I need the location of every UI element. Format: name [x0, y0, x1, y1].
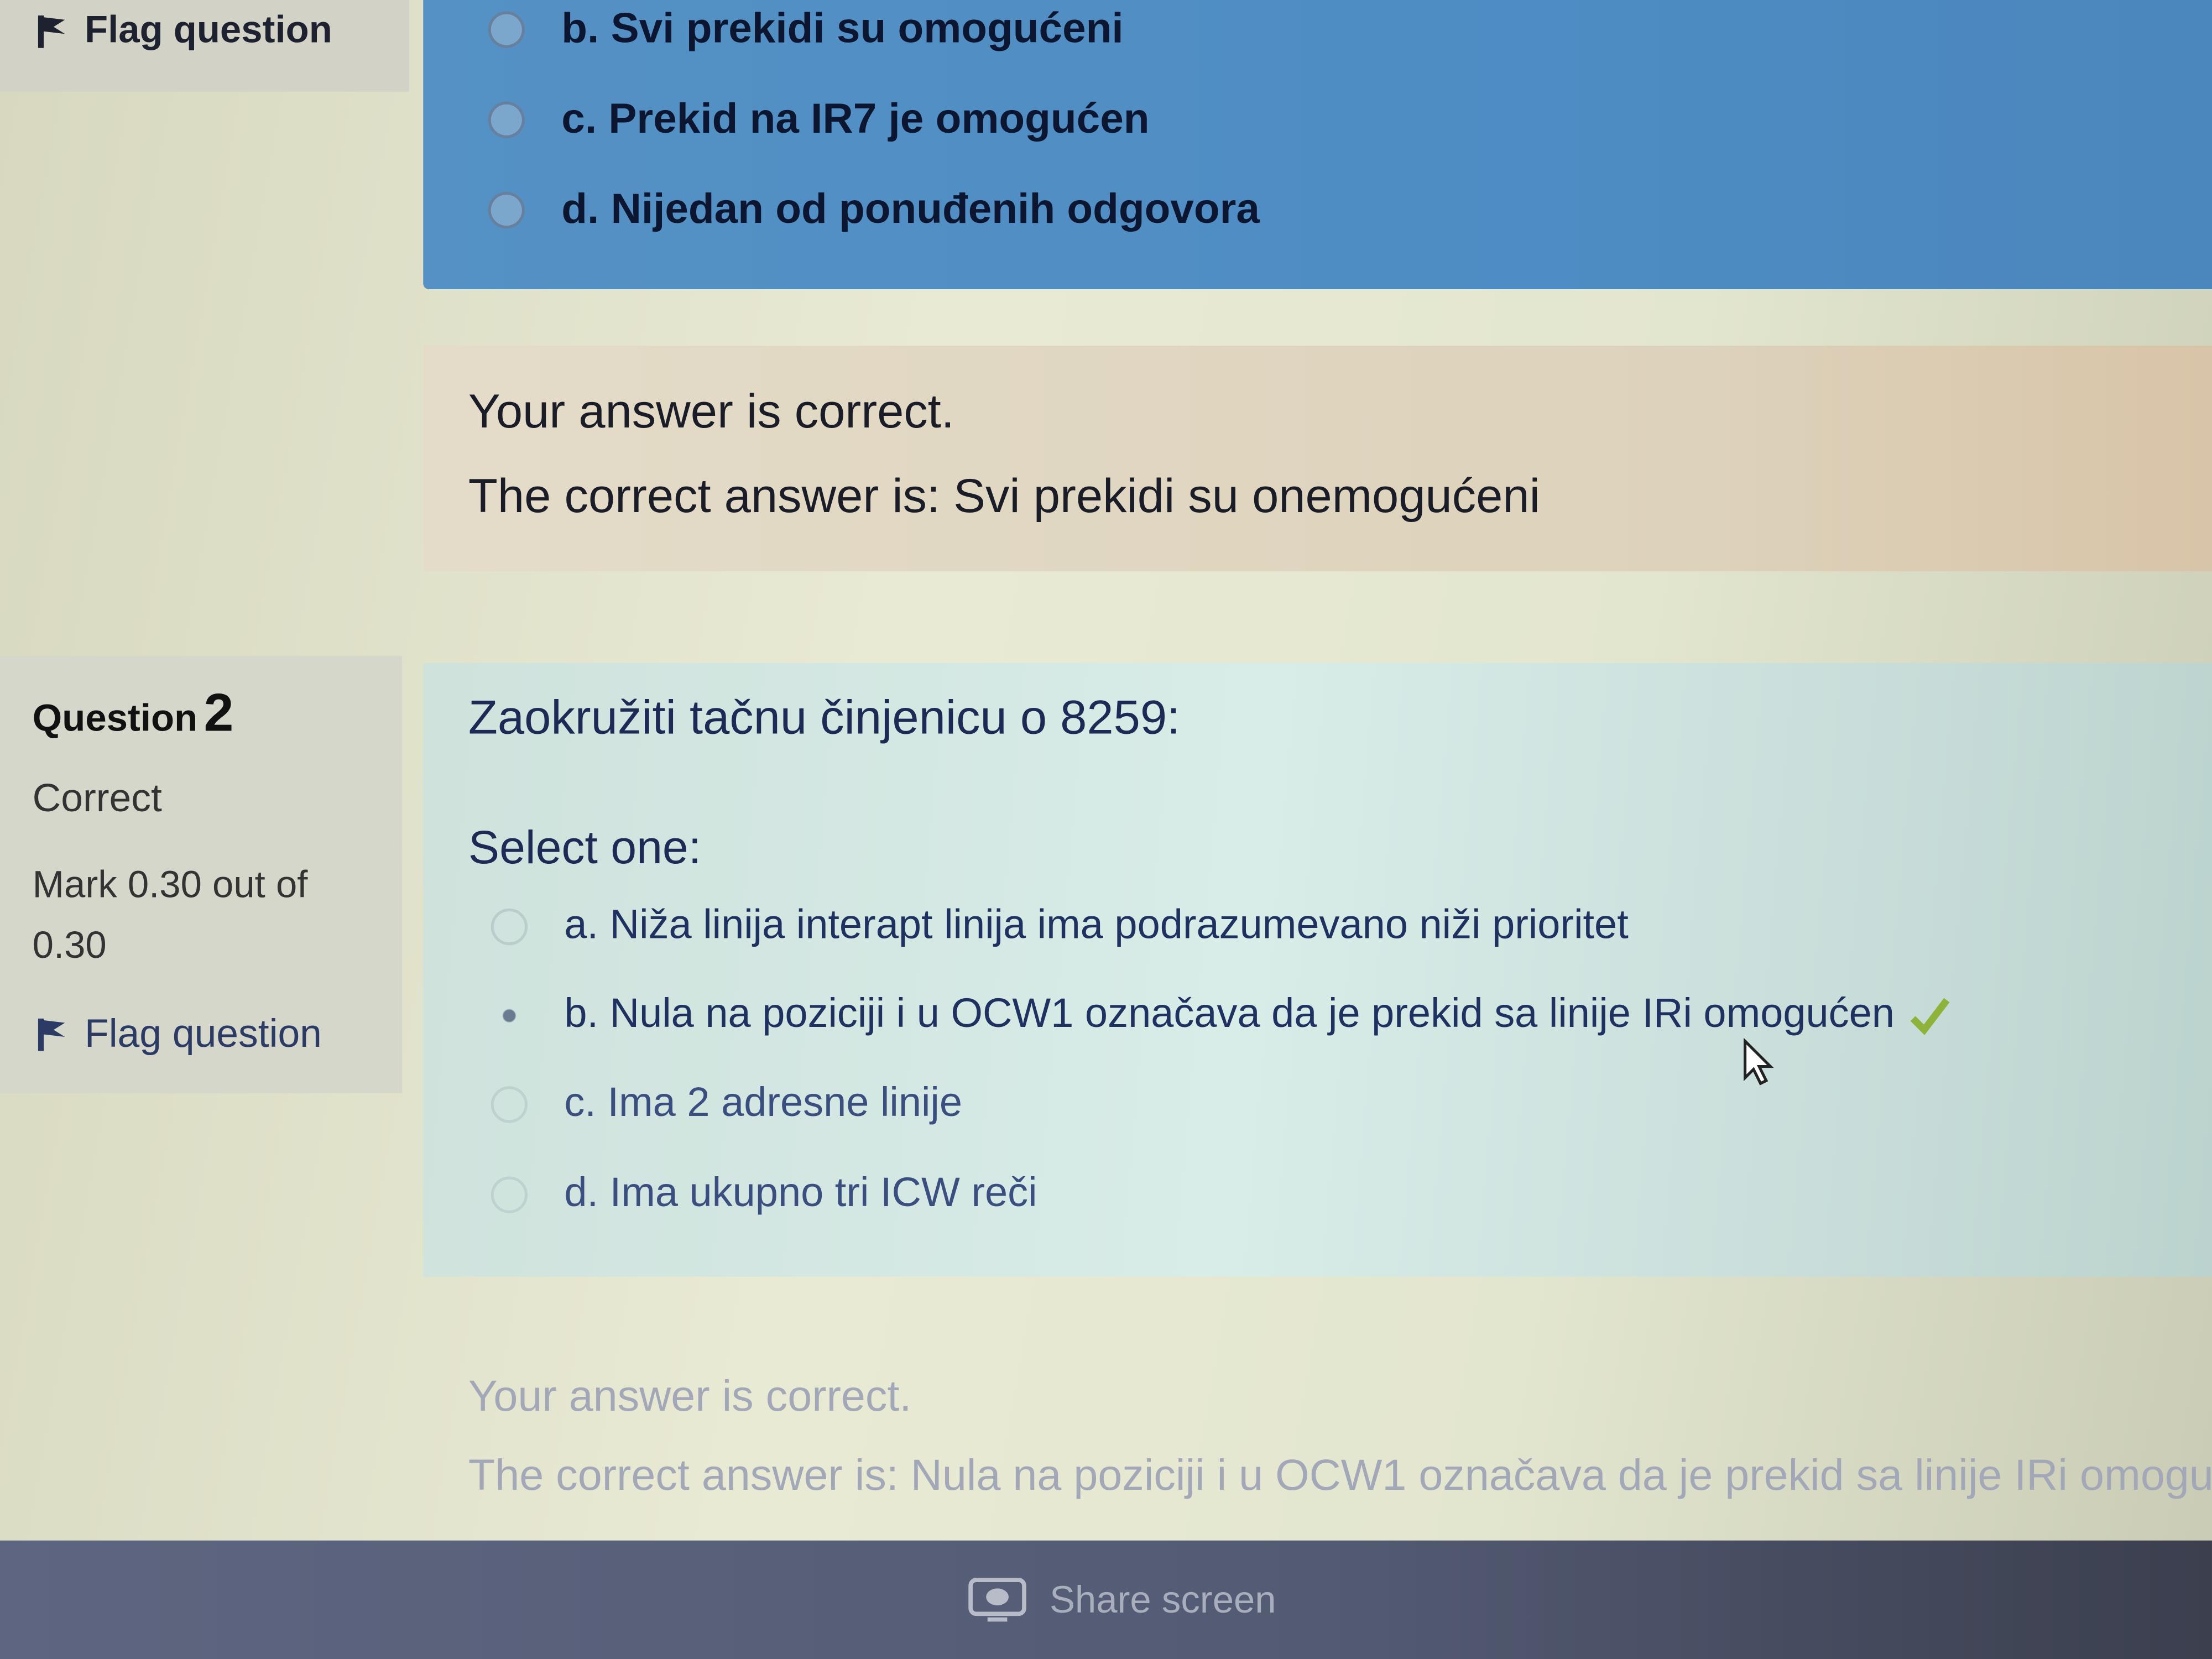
flag-icon: [38, 1018, 65, 1051]
flag-question-label: Flag question: [85, 1011, 322, 1056]
question2-option-a[interactable]: a. Niža linija interapt linija ima podra…: [491, 903, 1629, 950]
share-screen-icon: [968, 1578, 1026, 1622]
option-label: b. Svi prekidi su omogućeni: [561, 6, 1124, 53]
quiz-review-page: Flag question b. Svi prekidi su omogućen…: [0, 0, 2212, 1659]
radio-button[interactable]: [488, 191, 525, 229]
question1-info-panel: Flag question: [0, 0, 409, 92]
question2-info-panel: Question 2 Correct Mark 0.30 out of 0.30…: [0, 656, 403, 1094]
radio-button[interactable]: [491, 1176, 528, 1213]
question1-answer-block: b. Svi prekidi su omogućeni c. Prekid na…: [423, 0, 2212, 289]
question2-option-c[interactable]: c. Ima 2 adresne linije: [491, 1081, 962, 1127]
question-mark: Mark 0.30 out of: [32, 863, 308, 906]
option-label: c. Ima 2 adresne linije: [564, 1081, 963, 1126]
radio-button[interactable]: [491, 1085, 528, 1123]
select-one-prompt: Select one:: [468, 821, 702, 874]
option-label: c. Prekid na IR7 je omogućen: [561, 96, 1150, 143]
question1-feedback: Your answer is correct. The correct answ…: [423, 345, 2212, 572]
question-number-value: 2: [204, 684, 234, 744]
radio-button[interactable]: [488, 101, 525, 138]
question1-option-c[interactable]: c. Prekid na IR7 je omogućen: [488, 96, 1150, 144]
flag-question-label: Flag question: [85, 8, 332, 51]
share-screen-label: Share screen: [1049, 1578, 1276, 1620]
feedback-status: Your answer is correct.: [468, 385, 954, 439]
question2-flag-button[interactable]: Flag question: [36, 1011, 322, 1057]
question2-feedback: Your answer is correct. The correct answ…: [468, 1371, 2212, 1501]
question-label: Question: [32, 697, 198, 739]
bottom-share-bar: Share screen: [0, 1540, 2212, 1659]
feedback-correct-answer: The correct answer is: Nula na poziciji …: [468, 1450, 2212, 1500]
radio-button[interactable]: [491, 907, 528, 945]
option-label: a. Niža linija interapt linija ima podra…: [564, 902, 1629, 948]
option-label: b. Nula na poziciji i u OCW1 označava da…: [564, 992, 1895, 1037]
question1-flag-button[interactable]: Flag question: [36, 8, 332, 52]
feedback-correct-answer: The correct answer is: Svi prekidi su on…: [468, 469, 1540, 524]
option-label: d. Ima ukupno tri ICW reči: [564, 1171, 1037, 1216]
flag-icon: [38, 14, 65, 48]
question1-option-d[interactable]: d. Nijedan od ponuđenih odgovora: [488, 186, 1260, 234]
question-state: Correct: [32, 776, 162, 820]
share-screen-button[interactable]: Share screen: [968, 1577, 1276, 1623]
correct-check-icon: [1910, 997, 1950, 1035]
radio-button[interactable]: [488, 11, 525, 48]
question2-option-d[interactable]: d. Ima ukupno tri ICW reči: [491, 1171, 1037, 1217]
question2-content: Zaokružiti tačnu činjenicu o 8259: Selec…: [423, 662, 2212, 1277]
question2-option-b[interactable]: b. Nula na poziciji i u OCW1 označava da…: [491, 992, 1951, 1038]
question-mark-max: 0.30: [32, 924, 107, 967]
question-text: Zaokružiti tačnu činjenicu o 8259:: [468, 691, 1181, 745]
question-number: Question 2: [33, 684, 234, 745]
question1-option-b[interactable]: b. Svi prekidi su omogućeni: [488, 6, 1124, 54]
radio-button-selected[interactable]: [491, 997, 528, 1034]
option-label: d. Nijedan od ponuđenih odgovora: [561, 186, 1260, 233]
feedback-status: Your answer is correct.: [468, 1371, 912, 1421]
mouse-cursor-icon: [1744, 1038, 1774, 1086]
